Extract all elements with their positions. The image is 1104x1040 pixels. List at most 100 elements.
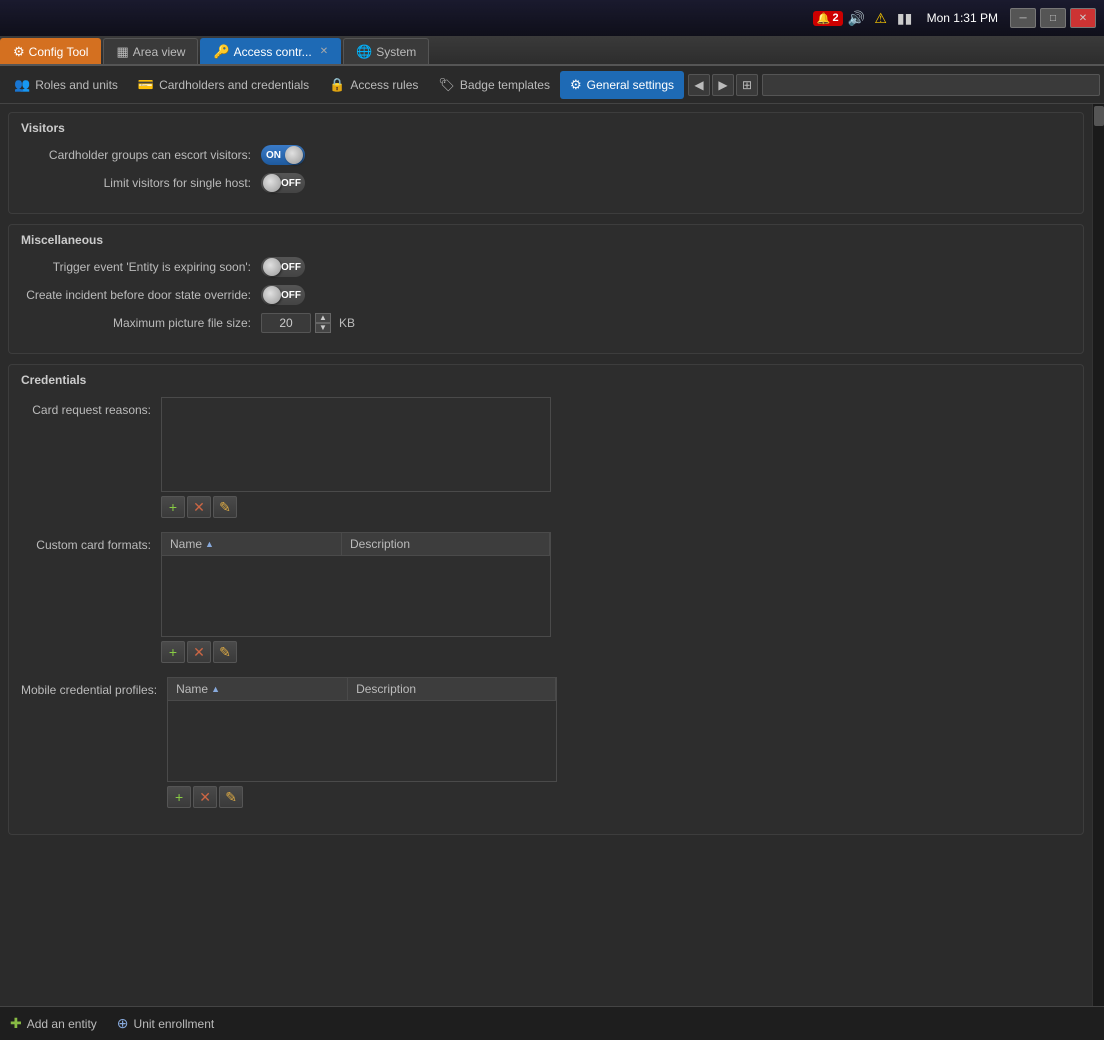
mobile-cred-toolbar: + ✕ ✎: [167, 786, 1071, 808]
mobile-cred-desc-col[interactable]: Description: [348, 678, 556, 700]
escort-toggle-label: ON: [266, 150, 281, 161]
taskbar-icons: 🔔 2 🔊 ⚠ ▮▮ Mon 1:31 PM ─ □ ✕: [813, 8, 1096, 28]
limit-toggle-thumb: [263, 174, 281, 192]
nav-tabs: 👥 Roles and units 💳 Cardholders and cred…: [0, 66, 1104, 104]
tab-area[interactable]: ▦ Area view: [103, 38, 198, 64]
custom-card-add-btn[interactable]: +: [161, 641, 185, 663]
custom-card-del-btn[interactable]: ✕: [187, 641, 211, 663]
system-icon: 🌐: [356, 44, 372, 60]
nav-tab-access-rules[interactable]: 🔒 Access rules: [319, 71, 428, 99]
mobile-cred-table-wrap: Name ▲ Description: [167, 677, 557, 782]
escort-toggle[interactable]: ON: [261, 145, 305, 165]
tab-system[interactable]: 🌐 System: [343, 38, 429, 64]
limit-toggle-label: OFF: [281, 178, 301, 189]
incident-label: Create incident before door state overri…: [21, 288, 261, 302]
max-pic-label: Maximum picture file size:: [21, 316, 261, 330]
card-request-del-btn[interactable]: ✕: [187, 496, 211, 518]
content-area: Visitors Cardholder groups can escort vi…: [0, 104, 1092, 1006]
mobile-cred-del-btn[interactable]: ✕: [193, 786, 217, 808]
area-icon: ▦: [116, 44, 128, 60]
max-pic-input[interactable]: 20: [261, 313, 311, 333]
trigger-toggle[interactable]: OFF: [261, 257, 305, 277]
custom-card-name-col[interactable]: Name ▲: [162, 533, 342, 555]
nav-grid[interactable]: ⊞: [736, 74, 758, 96]
limit-toggle-track[interactable]: OFF: [261, 173, 305, 193]
incident-toggle-thumb: [263, 286, 281, 304]
spinner-wrap: 20 ▲ ▼ KB: [261, 313, 355, 333]
bell-icon: 🔔: [817, 12, 831, 25]
tab-access[interactable]: 🔑 Access contr... ✕: [200, 38, 341, 64]
card-request-add-btn[interactable]: +: [161, 496, 185, 518]
volume-icon: 🔊: [847, 8, 867, 28]
incident-toggle-label: OFF: [281, 290, 301, 301]
card-request-listbox: [161, 397, 551, 492]
mobile-cred-row: Mobile credential profiles: Name ▲ Descr…: [21, 677, 1071, 808]
access-icon: 🔑: [213, 44, 229, 60]
miscellaneous-section: Miscellaneous Trigger event 'Entity is e…: [8, 224, 1084, 354]
card-request-edit-btn[interactable]: ✎: [213, 496, 237, 518]
mobile-cred-content: Name ▲ Description + ✕: [167, 677, 1071, 808]
nav-tab-badge[interactable]: 🏷 Badge templates: [428, 71, 560, 99]
max-pic-row: Maximum picture file size: 20 ▲ ▼ KB: [21, 313, 1071, 333]
custom-card-content: Name ▲ Description + ✕: [161, 532, 1071, 663]
nav-search-input[interactable]: [762, 74, 1100, 96]
incident-toggle[interactable]: OFF: [261, 285, 305, 305]
nav-tab-cardholders[interactable]: 💳 Cardholders and credentials: [128, 71, 319, 99]
mobile-cred-table-body: [168, 701, 556, 781]
max-pic-unit: KB: [339, 316, 355, 330]
spinner-down[interactable]: ▼: [315, 323, 331, 333]
maximize-btn[interactable]: □: [1040, 8, 1066, 28]
close-btn[interactable]: ✕: [1070, 8, 1096, 28]
main-content: Visitors Cardholder groups can escort vi…: [0, 104, 1104, 1006]
mobile-cred-edit-btn[interactable]: ✎: [219, 786, 243, 808]
clock: Mon 1:31 PM: [927, 11, 998, 25]
mobile-cred-label: Mobile credential profiles:: [21, 677, 167, 808]
mobile-cred-add-btn[interactable]: +: [167, 786, 191, 808]
alert-badge: 🔔 2: [813, 11, 843, 26]
escort-toggle-track[interactable]: ON: [261, 145, 305, 165]
sort-arrow-icon: ▲: [205, 539, 214, 549]
incident-toggle-track[interactable]: OFF: [261, 285, 305, 305]
custom-card-desc-col[interactable]: Description: [342, 533, 550, 555]
mobile-cred-name-col[interactable]: Name ▲: [168, 678, 348, 700]
nav-next[interactable]: ▶: [712, 74, 734, 96]
scrollbar[interactable]: [1092, 104, 1104, 1006]
nav-search-wrap: [762, 74, 1100, 96]
tab-close-icon[interactable]: ✕: [320, 46, 328, 57]
spinner-up[interactable]: ▲: [315, 313, 331, 323]
roles-icon: 👥: [14, 77, 30, 93]
limit-label: Limit visitors for single host:: [21, 176, 261, 190]
card-request-label: Card request reasons:: [21, 397, 161, 518]
spinner-buttons: ▲ ▼: [315, 313, 331, 333]
badge-icon: 🏷: [438, 77, 455, 93]
access-rules-icon: 🔒: [329, 77, 345, 93]
limit-toggle[interactable]: OFF: [261, 173, 305, 193]
misc-title: Miscellaneous: [21, 233, 1071, 247]
battery-icon: ▮▮: [895, 8, 915, 28]
unit-enrollment-btn[interactable]: ⊕ Unit enrollment: [117, 1015, 214, 1032]
minimize-btn[interactable]: ─: [1010, 8, 1036, 28]
custom-card-edit-btn[interactable]: ✎: [213, 641, 237, 663]
nav-tab-roles[interactable]: 👥 Roles and units: [4, 71, 128, 99]
trigger-label: Trigger event 'Entity is expiring soon':: [21, 260, 261, 274]
nav-tab-general[interactable]: ⚙ General settings: [560, 71, 684, 99]
warning-icon: ⚠: [871, 8, 891, 28]
card-request-toolbar: + ✕ ✎: [161, 496, 1071, 518]
custom-card-table-wrap: Name ▲ Description: [161, 532, 551, 637]
trigger-toggle-track[interactable]: OFF: [261, 257, 305, 277]
general-icon: ⚙: [570, 77, 582, 93]
nav-arrows: ◀ ▶ ⊞: [688, 74, 758, 96]
cardholders-icon: 💳: [138, 77, 154, 93]
limit-row: Limit visitors for single host: OFF: [21, 173, 1071, 193]
config-icon: ⚙: [13, 44, 25, 60]
escort-label: Cardholder groups can escort visitors:: [21, 148, 261, 162]
unit-enrollment-icon: ⊕: [117, 1015, 129, 1032]
tab-config[interactable]: ⚙ Config Tool: [0, 38, 101, 64]
custom-card-label: Custom card formats:: [21, 532, 161, 663]
credentials-title: Credentials: [21, 373, 1071, 387]
trigger-row: Trigger event 'Entity is expiring soon':…: [21, 257, 1071, 277]
add-entity-btn[interactable]: ✚ Add an entity: [10, 1015, 97, 1032]
escort-row: Cardholder groups can escort visitors: O…: [21, 145, 1071, 165]
visitors-title: Visitors: [21, 121, 1071, 135]
nav-prev[interactable]: ◀: [688, 74, 710, 96]
